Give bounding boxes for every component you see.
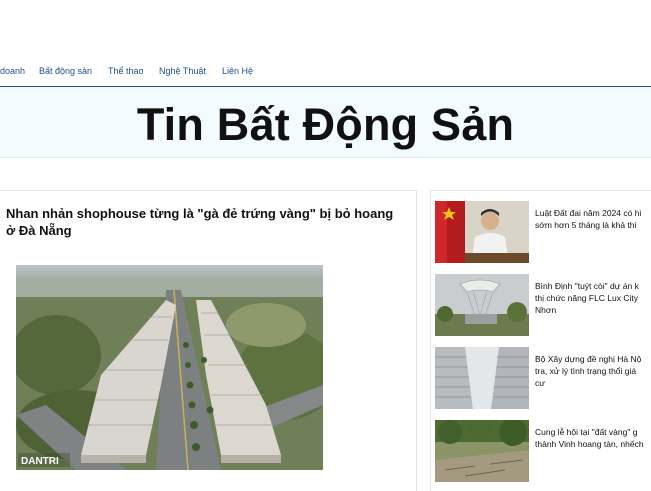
site-banner: Tin Bất Động Sản: [0, 87, 651, 158]
sidebar-thumb-tower[interactable]: [435, 274, 529, 336]
nav-item-bat-dong-san[interactable]: Bất động sản: [39, 66, 92, 76]
sidebar-item[interactable]: Bình Định "tuýt còi" dự án k thị chức nă…: [435, 274, 651, 340]
sidebar-title-line: Cung lễ hội tại "đất vàng" g: [535, 427, 638, 437]
sidebar-item-title: Bình Định "tuýt còi" dự án k thị chức nă…: [535, 280, 651, 316]
article-headline[interactable]: Nhan nhản shophouse từng là "gà đẻ trứng…: [6, 205, 408, 239]
nav-item-nghe-thuat[interactable]: Nghệ Thuật: [159, 66, 206, 76]
sidebar-title-line: Luật Đất đai năm 2024 có hi: [535, 208, 642, 218]
main-article: Nhan nhản shophouse từng là "gà đẻ trứng…: [0, 190, 417, 491]
sidebar-thumb-apartments[interactable]: [435, 347, 529, 409]
site-title: Tin Bất Động Sản: [136, 99, 515, 150]
headline-line-1: Nhan nhản shophouse từng là "gà đẻ trứng…: [6, 206, 394, 221]
sidebar-title-line: thành Vinh hoang tàn, nhếch: [535, 439, 644, 449]
sidebar-title-line: Bình Định "tuýt còi" dự án k: [535, 281, 639, 291]
nav-item-lien-he[interactable]: Liên Hệ: [222, 66, 253, 76]
sidebar-title-line: sớm hơn 5 tháng là khả thi: [535, 220, 637, 230]
sidebar-item[interactable]: Luật Đất đai năm 2024 có hi sớm hơn 5 th…: [435, 201, 651, 267]
sidebar-title-line: Nhơn: [535, 305, 557, 315]
sidebar-news: Luật Đất đai năm 2024 có hi sớm hơn 5 th…: [430, 190, 651, 491]
nav-item-doanh[interactable]: doanh: [0, 66, 25, 76]
sidebar-item-title: Cung lễ hội tại "đất vàng" g thành Vinh …: [535, 426, 651, 450]
article-photo[interactable]: DANTRI: [16, 265, 323, 470]
sidebar-title-line: tra, xử lý tình trạng thổi giá: [535, 366, 637, 376]
sidebar-item-title: Luật Đất đai năm 2024 có hi sớm hơn 5 th…: [535, 207, 651, 231]
nav-item-the-thao[interactable]: Thể thao: [108, 66, 144, 76]
headline-line-2: ở Đà Nẵng: [6, 223, 72, 238]
sidebar-title-line: cư: [535, 378, 545, 388]
sidebar-title-line: thị chức năng FLC Lux City: [535, 293, 639, 303]
photo-watermark: DANTRI: [21, 456, 59, 467]
sidebar-thumb-festival-site[interactable]: [435, 420, 529, 482]
sidebar-title-line: Bộ Xây dựng đề nghị Hà Nộ: [535, 354, 642, 364]
sidebar-item[interactable]: Cung lễ hội tại "đất vàng" g thành Vinh …: [435, 420, 651, 486]
sidebar-item-title: Bộ Xây dựng đề nghị Hà Nộ tra, xử lý tìn…: [535, 353, 651, 389]
sidebar-item[interactable]: Bộ Xây dựng đề nghị Hà Nộ tra, xử lý tìn…: [435, 347, 651, 413]
sidebar-thumb-minister[interactable]: [435, 201, 529, 263]
top-nav: doanh Bất động sản Thể thao Nghệ Thuật L…: [0, 60, 651, 84]
